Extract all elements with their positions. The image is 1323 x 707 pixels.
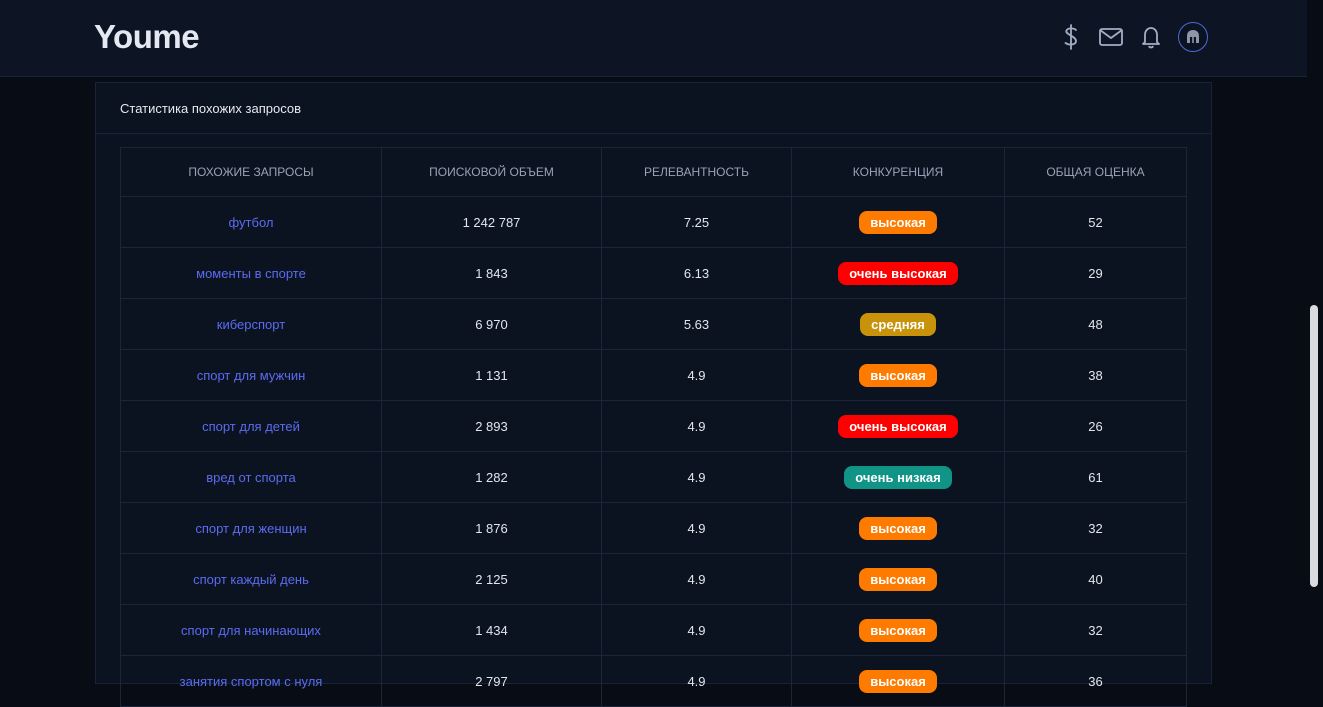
competition-badge: очень низкая	[844, 465, 952, 489]
competition-badge: высокая	[859, 618, 937, 642]
similar-queries-card: Статистика похожих запросов ПОХОЖИЕ ЗАПР…	[95, 82, 1212, 707]
competition-badge: очень высокая	[838, 261, 958, 285]
score-cell: 52	[1004, 196, 1187, 248]
table-row: моменты в спорте 1 843 6.13 очень высокая 29	[120, 247, 1187, 299]
competition-badge: очень высокая	[838, 414, 958, 438]
table-row: футбол 1 242 787 7.25 высокая 52	[120, 196, 1187, 248]
table-row: киберспорт 6 970 5.63 средняя 48	[120, 298, 1187, 350]
score-cell: 61	[1004, 451, 1187, 503]
competition-badge: средняя	[860, 312, 936, 336]
competition-cell: высокая	[791, 502, 1005, 554]
column-header-competition: КОНКУРЕНЦИЯ	[791, 147, 1005, 197]
query-link[interactable]: занятия спортом с нуля	[120, 655, 382, 707]
column-header-volume: ПОИСКОВОЙ ОБЪЕМ	[381, 147, 602, 197]
competition-badge: высокая	[859, 363, 937, 387]
column-header-query: ПОХОЖИЕ ЗАПРОСЫ	[120, 147, 382, 197]
relevance-cell: 4.9	[601, 451, 792, 503]
score-cell: 38	[1004, 349, 1187, 401]
competition-cell: высокая	[791, 604, 1005, 656]
score-cell: 29	[1004, 247, 1187, 299]
query-link[interactable]: моменты в спорте	[120, 247, 382, 299]
relevance-cell: 4.9	[601, 502, 792, 554]
competition-cell: очень низкая	[791, 451, 1005, 503]
app-logo[interactable]: Youme	[94, 18, 200, 56]
table-row: спорт для мужчин 1 131 4.9 высокая 38	[120, 349, 1187, 401]
query-link[interactable]: спорт для начинающих	[120, 604, 382, 656]
similar-queries-table: ПОХОЖИЕ ЗАПРОСЫ ПОИСКОВОЙ ОБЪЕМ РЕЛЕВАНТ…	[120, 147, 1187, 707]
header-icon-group	[1058, 22, 1208, 52]
relevance-cell: 7.25	[601, 196, 792, 248]
volume-cell: 1 876	[381, 502, 602, 554]
volume-cell: 1 843	[381, 247, 602, 299]
scrollbar-thumb[interactable]	[1310, 305, 1318, 587]
dollar-icon[interactable]	[1058, 22, 1084, 52]
competition-badge: высокая	[859, 210, 937, 234]
mail-icon[interactable]	[1098, 22, 1124, 52]
competition-cell: высокая	[791, 553, 1005, 605]
relevance-cell: 5.63	[601, 298, 792, 350]
relevance-cell: 4.9	[601, 349, 792, 401]
top-navigation-bar: Youme	[0, 0, 1307, 77]
score-cell: 32	[1004, 604, 1187, 656]
table-header-row: ПОХОЖИЕ ЗАПРОСЫ ПОИСКОВОЙ ОБЪЕМ РЕЛЕВАНТ…	[120, 147, 1187, 197]
query-link[interactable]: киберспорт	[120, 298, 382, 350]
score-cell: 36	[1004, 655, 1187, 707]
column-header-score: ОБЩАЯ ОЦЕНКА	[1004, 147, 1187, 197]
table-row: вред от спорта 1 282 4.9 очень низкая 61	[120, 451, 1187, 503]
competition-cell: высокая	[791, 349, 1005, 401]
volume-cell: 1 282	[381, 451, 602, 503]
table-row: спорт для женщин 1 876 4.9 высокая 32	[120, 502, 1187, 554]
table-row: спорт для начинающих 1 434 4.9 высокая 32	[120, 604, 1187, 656]
query-link[interactable]: спорт каждый день	[120, 553, 382, 605]
competition-cell: средняя	[791, 298, 1005, 350]
relevance-cell: 4.9	[601, 604, 792, 656]
query-link[interactable]: футбол	[120, 196, 382, 248]
score-cell: 32	[1004, 502, 1187, 554]
volume-cell: 1 434	[381, 604, 602, 656]
user-avatar-helmet-icon[interactable]	[1178, 22, 1208, 52]
score-cell: 48	[1004, 298, 1187, 350]
relevance-cell: 6.13	[601, 247, 792, 299]
competition-badge: высокая	[859, 516, 937, 540]
score-cell: 40	[1004, 553, 1187, 605]
table-row: спорт каждый день 2 125 4.9 высокая 40	[120, 553, 1187, 605]
table-row: спорт для детей 2 893 4.9 очень высокая 26	[120, 400, 1187, 452]
volume-cell: 2 893	[381, 400, 602, 452]
relevance-cell: 4.9	[601, 553, 792, 605]
volume-cell: 2 797	[381, 655, 602, 707]
competition-cell: высокая	[791, 196, 1005, 248]
competition-cell: очень высокая	[791, 400, 1005, 452]
competition-badge: высокая	[859, 567, 937, 591]
competition-cell: очень высокая	[791, 247, 1005, 299]
volume-cell: 2 125	[381, 553, 602, 605]
relevance-cell: 4.9	[601, 655, 792, 707]
score-cell: 26	[1004, 400, 1187, 452]
query-link[interactable]: спорт для мужчин	[120, 349, 382, 401]
competition-badge: высокая	[859, 669, 937, 693]
table-row: занятия спортом с нуля 2 797 4.9 высокая 36	[120, 655, 1187, 707]
query-link[interactable]: вред от спорта	[120, 451, 382, 503]
volume-cell: 6 970	[381, 298, 602, 350]
relevance-cell: 4.9	[601, 400, 792, 452]
column-header-relevance: РЕЛЕВАНТНОСТЬ	[601, 147, 792, 197]
card-title: Статистика похожих запросов	[96, 83, 1211, 134]
competition-cell: высокая	[791, 655, 1005, 707]
query-link[interactable]: спорт для женщин	[120, 502, 382, 554]
volume-cell: 1 242 787	[381, 196, 602, 248]
query-link[interactable]: спорт для детей	[120, 400, 382, 452]
bell-icon[interactable]	[1138, 22, 1164, 52]
volume-cell: 1 131	[381, 349, 602, 401]
